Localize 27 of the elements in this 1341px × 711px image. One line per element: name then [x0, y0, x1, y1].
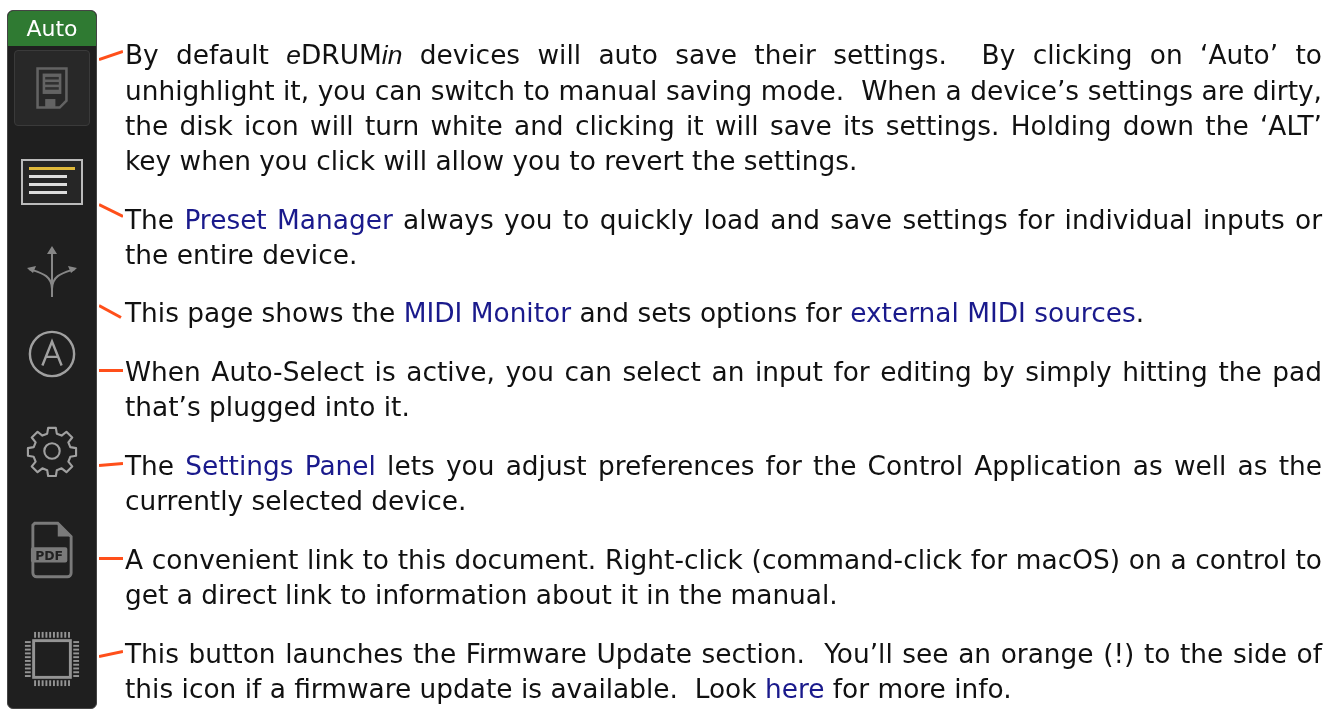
list-icon[interactable] [20, 158, 84, 206]
chip-icon[interactable] [23, 630, 81, 688]
leader-line [99, 556, 123, 560]
description-paragraph: This page shows the MIDI Monitor and sets options for external MIDI sources. [125, 295, 1322, 330]
auto-button[interactable]: Auto [8, 11, 96, 46]
link[interactable]: MIDI Monitor [403, 297, 572, 328]
description-paragraph: When Auto-Select is active, you can select an input for editing by simply hitting the pad that’s plugged into it. [125, 354, 1322, 424]
leader-line [99, 202, 123, 218]
leader-line [99, 649, 123, 658]
pdf-file-icon[interactable]: PDF [30, 521, 74, 579]
leader-line [99, 303, 123, 319]
description-paragraph: A convenient link to this document. Right-click (command-click for macOS) on a control to get a direct link to information about it in the manual. [125, 542, 1322, 612]
description-paragraph: The Settings Panel lets you adjust preferences for the Control Application as well as the currently selected device. [125, 448, 1322, 518]
leader-line [99, 368, 123, 372]
leader-line [99, 461, 123, 467]
floppy-disk-icon[interactable] [35, 66, 69, 110]
description-paragraph: By default eDRUMin devices will auto save their settings. By clicking on ‘Auto’ to unhighlight it, you can switch to manual saving mode. When a device’s settings are dirty, the disk icon will turn white and clicking it will save its settings. Holding down the ‘ALT’ key when you click will allow you to revert the settings. [125, 37, 1322, 178]
description-paragraph: The Preset Manager always you to quickly load and save settings for individual inputs or the entire device. [125, 202, 1322, 272]
link[interactable]: Settings Panel [185, 450, 376, 481]
link[interactable]: Preset Manager [184, 204, 393, 235]
link[interactable]: external MIDI sources [850, 297, 1136, 328]
gear-icon[interactable] [26, 425, 78, 477]
description-paragraph: This button launches the Firmware Update section. You’ll see an orange (!) to the side of this icon if a firmware update is available. Look here for more info. [125, 636, 1322, 706]
branching-arrows-icon[interactable] [25, 245, 79, 299]
leader-line [99, 49, 123, 61]
circled-a-icon[interactable] [27, 329, 77, 379]
link[interactable]: here [764, 673, 825, 704]
